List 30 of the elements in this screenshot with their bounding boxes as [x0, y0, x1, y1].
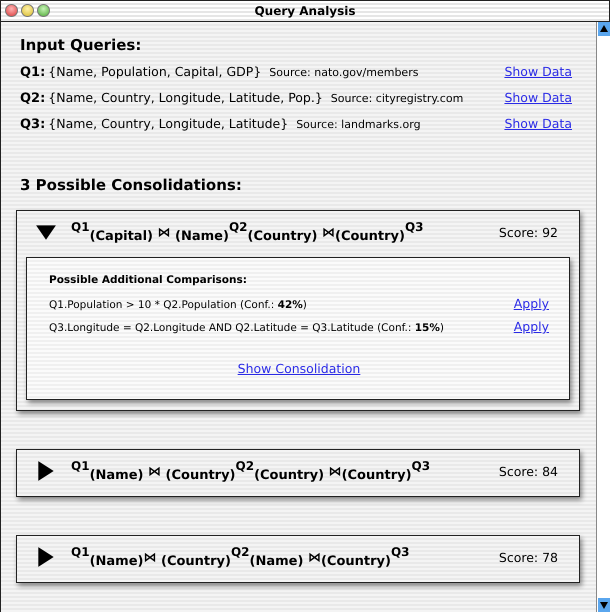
query-label: Q1: [20, 65, 46, 80]
show-data-link[interactable]: Show Data [504, 116, 572, 131]
query-fields: {Name, Population, Capital, GDP} [48, 64, 262, 79]
query-label: Q2: [20, 91, 46, 106]
comparisons-heading: Possible Additional Comparisons: [49, 274, 248, 286]
score-label: Score: 78 [498, 550, 558, 564]
comparison-text: Q1.Population > 10 * Q2.Population (Conf.: 42%) [49, 299, 307, 311]
minimize-button[interactable] [21, 4, 34, 17]
apply-link[interactable]: Apply [514, 319, 549, 334]
show-data-link[interactable]: Show Data [504, 90, 572, 105]
section-heading: Input Queries: [20, 36, 142, 54]
query-source: Source: landmarks.org [296, 118, 421, 131]
query-label: Q3: [20, 117, 46, 132]
scrollbar[interactable] [596, 22, 610, 612]
show-data-link[interactable]: Show Data [504, 64, 572, 79]
window-title: Query Analysis [254, 4, 356, 18]
close-button[interactable] [5, 4, 18, 17]
show-consolidation-link[interactable]: Show Consolidation [238, 361, 360, 376]
score-label: Score: 84 [498, 464, 558, 478]
apply-link[interactable]: Apply [514, 296, 549, 311]
query-source: Source: cityregistry.com [330, 92, 464, 105]
score-label: Score: 92 [498, 224, 558, 240]
zoom-button[interactable] [37, 4, 50, 17]
query-fields: {Name, Country, Longitude, Latitude, Pop.} [48, 90, 323, 105]
comparison-text: Q3.Longitude = Q2.Longitude AND Q2.Latitude = Q3.Latitude (Conf.: 15%) [49, 322, 444, 334]
section-heading: 3 Possible Consolidations: [20, 176, 243, 194]
scroll-up-icon[interactable] [598, 22, 610, 36]
query-source: Source: nato.gov/members [269, 66, 418, 79]
scroll-down-icon[interactable] [598, 598, 610, 612]
query-fields: {Name, Country, Longitude, Latitude} [48, 116, 288, 131]
